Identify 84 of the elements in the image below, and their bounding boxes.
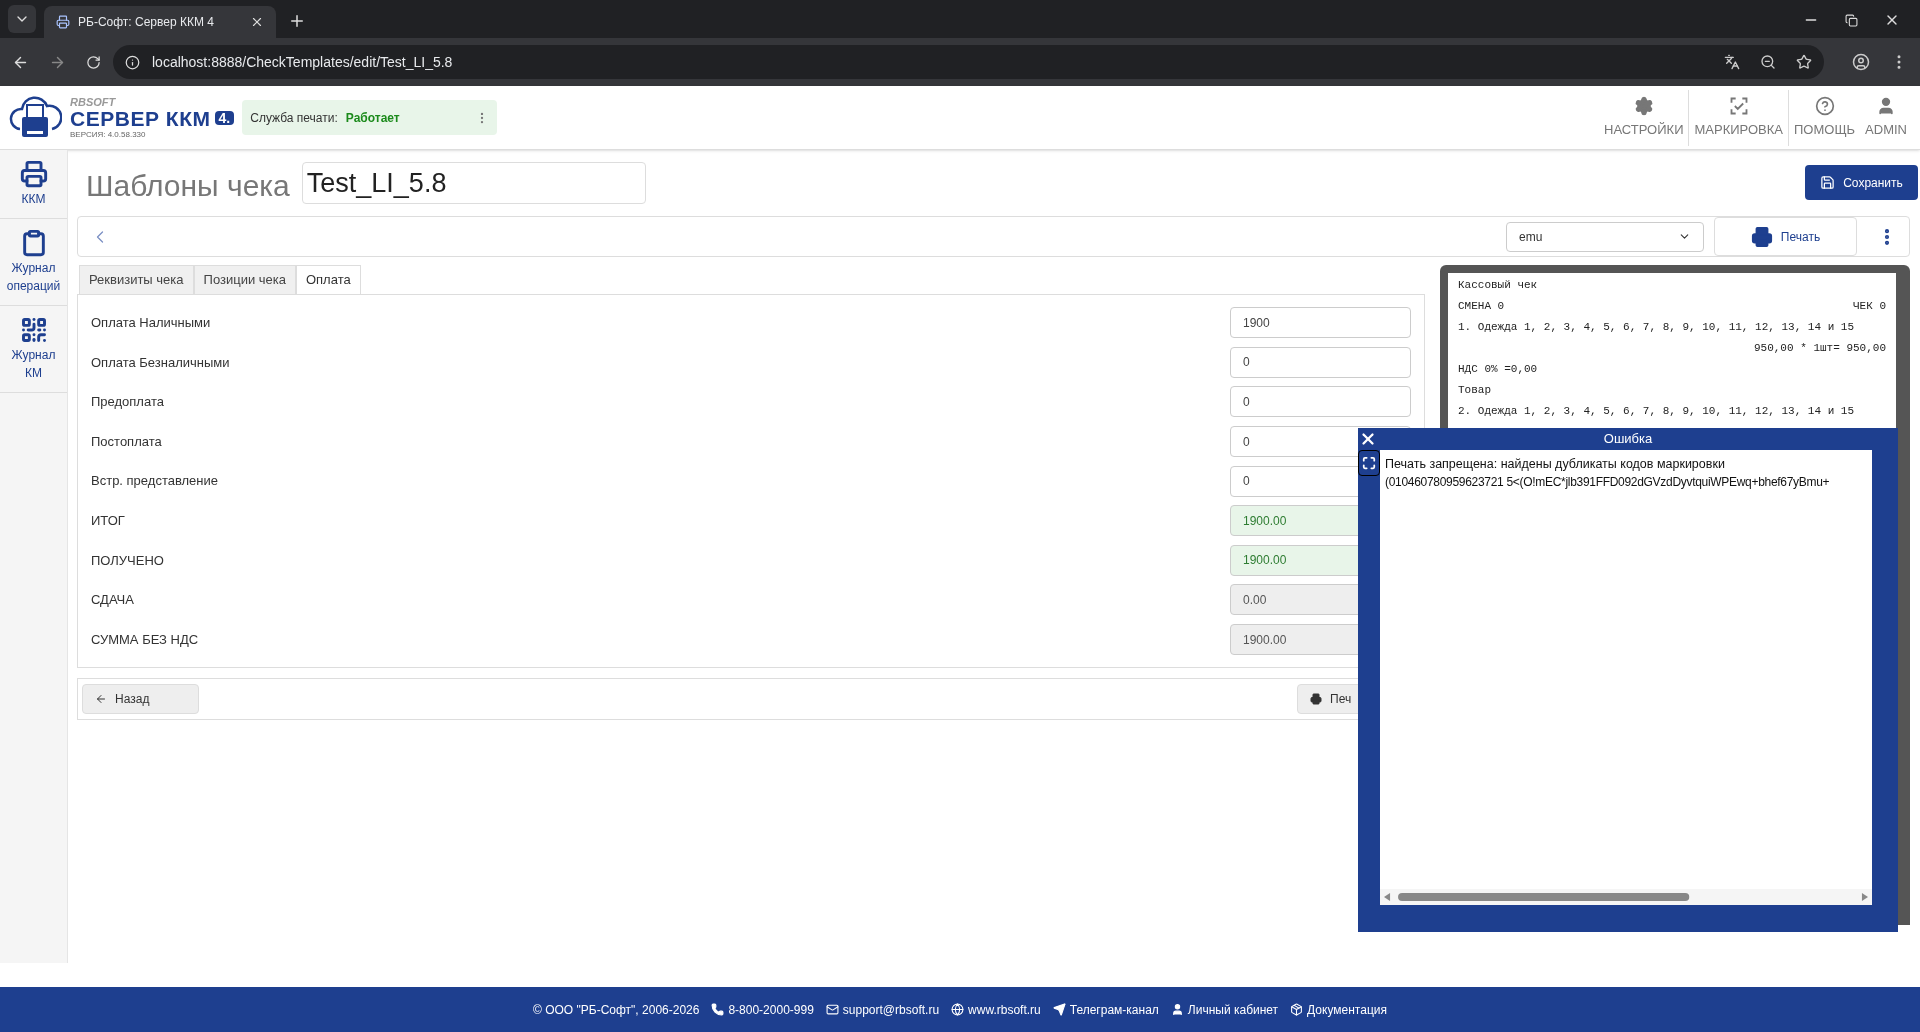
- footer-link[interactable]: © ООО "РБ-Софт", 2006-2026: [533, 1000, 700, 1019]
- site-info-icon[interactable]: [125, 54, 140, 70]
- receipt-line: Товар: [1458, 384, 1491, 396]
- browser-tab[interactable]: РБ-Софт: Сервер ККМ 4: [44, 6, 276, 38]
- favicon-icon: [56, 15, 70, 29]
- tab[interactable]: Оплата: [295, 265, 361, 295]
- phone-icon: [711, 1003, 725, 1016]
- field-label: Постоплата: [91, 432, 163, 451]
- field-label: ПОЛУЧЕНО: [91, 551, 165, 570]
- url-text: localhost:8888/CheckTemplates/edit/Test_LI_5.8: [152, 52, 454, 72]
- printer-icon: [1750, 225, 1773, 248]
- field-label: СУММА БЕЗ НДС: [91, 630, 200, 649]
- device-select[interactable]: emu: [1506, 221, 1704, 252]
- field-label: Оплата Безналичными: [91, 353, 231, 372]
- tab-list-button[interactable]: [8, 5, 36, 33]
- receipt-line: 2. Одежда 1, 2, 3, 4, 5, 6, 7, 8, 9, 10, 11, 12, 13, 14 и 15: [1458, 405, 1855, 417]
- address-bar[interactable]: localhost:8888/CheckTemplates/edit/Test_LI_5.8: [113, 45, 1824, 79]
- fullscreen-icon: [1362, 456, 1376, 470]
- field-label: Встр. представление: [91, 472, 219, 491]
- box-icon: [1290, 1003, 1304, 1016]
- restore-icon[interactable]: [1845, 13, 1858, 27]
- nav-item[interactable]: НАСТРОЙКИ: [1599, 89, 1690, 146]
- footer-link[interactable]: Телеграм-канал: [1052, 1000, 1159, 1019]
- profile-icon[interactable]: [1852, 53, 1870, 71]
- back-button[interactable]: Назад: [82, 684, 199, 715]
- field-label: ИТОГ: [91, 512, 126, 530]
- receipt-line: ЧЕК 0: [1853, 299, 1886, 314]
- sidebar-item[interactable]: Журнал КМ: [0, 306, 67, 393]
- page-title: Шаблоны чека: [86, 168, 290, 204]
- help-icon: [1814, 95, 1835, 116]
- tab[interactable]: Реквизиты чека: [79, 265, 194, 295]
- new-tab-icon[interactable]: [288, 12, 306, 30]
- sidebar-item[interactable]: ККМ: [0, 150, 67, 219]
- arrow-left-icon: [95, 693, 107, 706]
- bookmark-star-icon[interactable]: [1796, 54, 1812, 70]
- receipt-line: СМЕНА 0: [1458, 299, 1505, 314]
- field-label: СДАЧА: [91, 591, 135, 610]
- nav-item[interactable]: ADMIN: [1860, 89, 1912, 146]
- sidebar-item[interactable]: Журнал операций: [0, 219, 67, 306]
- service-label: Служба печати:: [250, 109, 338, 127]
- horizontal-scrollbar[interactable]: [1380, 889, 1872, 905]
- settings-icon: [1633, 95, 1654, 116]
- print-button[interactable]: Печать: [1714, 217, 1857, 256]
- footer-link[interactable]: Документация: [1290, 1000, 1387, 1019]
- field-label: Предоплата: [91, 393, 165, 412]
- scan-check-icon: [1728, 95, 1749, 116]
- footer-link[interactable]: Личный кабинет: [1170, 1000, 1279, 1019]
- dialog-title: Ошибка: [1603, 430, 1653, 449]
- mail-icon: [825, 1003, 839, 1016]
- brand-small-text: RBSOFT: [70, 96, 117, 108]
- field-label: Оплата Наличными: [91, 314, 212, 333]
- send-icon: [1052, 1003, 1066, 1016]
- footer-link[interactable]: support@rbsoft.ru: [825, 1000, 940, 1019]
- close-tab-icon[interactable]: [250, 15, 264, 29]
- receipt-line: Кассовый чек: [1458, 279, 1538, 291]
- save-icon: [1820, 175, 1836, 190]
- printer-icon: [1310, 693, 1322, 706]
- translate-icon[interactable]: [1724, 54, 1740, 70]
- tab[interactable]: Позиции чека: [193, 265, 296, 295]
- field-input[interactable]: 0: [1230, 386, 1411, 418]
- reload-icon[interactable]: [86, 54, 101, 70]
- template-name-field[interactable]: Test_LI_5.8: [301, 162, 646, 204]
- service-status: Работает: [345, 109, 400, 127]
- printer-icon: [19, 160, 48, 188]
- fullscreen-button[interactable]: [1358, 450, 1380, 476]
- receipt-line: 1. Одежда 1, 2, 3, 4, 5, 6, 7, 8, 9, 10, 11, 12, 13, 14 и 15: [1458, 321, 1855, 333]
- receipt-line: НДС 0% =0,00: [1458, 363, 1538, 375]
- receipt-line: 950,00 * 1шт= 950,00: [1753, 341, 1886, 356]
- footer-link[interactable]: 8-800-2000-999: [711, 1000, 814, 1019]
- brand-name: СЕРВЕР ККМ: [70, 107, 211, 129]
- close-icon[interactable]: [1359, 430, 1377, 448]
- field-input[interactable]: 0: [1230, 346, 1411, 378]
- nav-item[interactable]: ПОМОЩЬ: [1789, 89, 1861, 146]
- tab-title: РБ-Софт: Сервер ККМ 4: [78, 14, 215, 31]
- version-text: ВЕРСИЯ: 4.0.58.330: [70, 130, 147, 139]
- nav-item[interactable]: МАРКИРОВКА: [1689, 89, 1789, 146]
- field-input[interactable]: 1900: [1230, 307, 1411, 339]
- footer-link[interactable]: www.rbsoft.ru: [951, 1000, 1041, 1019]
- save-button[interactable]: Сохранить: [1805, 165, 1918, 200]
- globe-icon: [951, 1003, 965, 1016]
- zoom-icon[interactable]: [1760, 54, 1776, 70]
- version-badge: 4.: [214, 111, 235, 125]
- user-icon: [1170, 1003, 1184, 1016]
- qr-code-icon: [19, 316, 48, 344]
